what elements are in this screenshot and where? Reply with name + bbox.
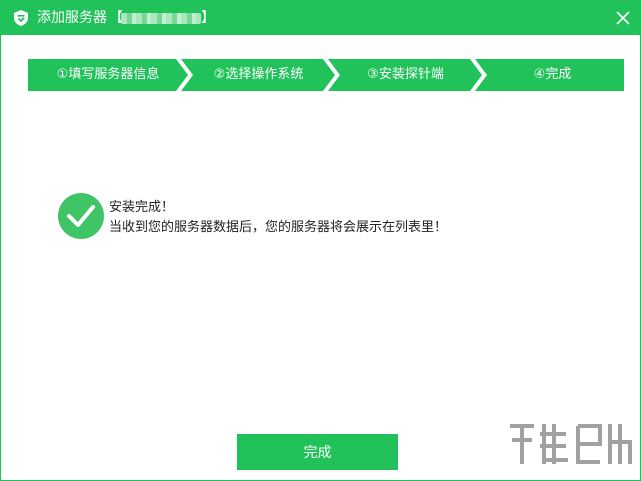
step-3-label: ③安装探针端 xyxy=(367,67,444,82)
step-1-label: ①填写服务器信息 xyxy=(56,67,160,82)
status-message: 当收到您的服务器数据后，您的服务器将会展示在列表里！ xyxy=(109,220,448,235)
shield-logo-icon xyxy=(14,10,28,26)
step-2-label: ②选择操作系统 xyxy=(213,67,304,82)
add-server-dialog: 添加服务器 【 】 ①填写服务器信息 ②选择操作系统 ③安装探针端 ④完成 安装… xyxy=(0,0,641,481)
close-icon[interactable] xyxy=(614,9,632,27)
site-logo-watermark xyxy=(510,424,632,464)
window-title: 添加服务器 xyxy=(37,10,107,26)
status-title: 安装完成！ xyxy=(109,200,175,215)
check-circle-icon xyxy=(58,193,104,239)
title-bar[interactable]: 添加服务器 【 】 xyxy=(1,1,640,35)
install-status: 安装完成！ 当收到您的服务器数据后，您的服务器将会展示在列表里！ xyxy=(58,193,558,243)
step-4-label: ④完成 xyxy=(533,67,572,82)
step-progress-bar: ①填写服务器信息 ②选择操作系统 ③安装探针端 ④完成 xyxy=(28,59,624,91)
redacted-server-name xyxy=(121,13,201,24)
title-bracket-close: 】 xyxy=(201,10,215,26)
finish-button[interactable]: 完成 xyxy=(237,434,398,470)
